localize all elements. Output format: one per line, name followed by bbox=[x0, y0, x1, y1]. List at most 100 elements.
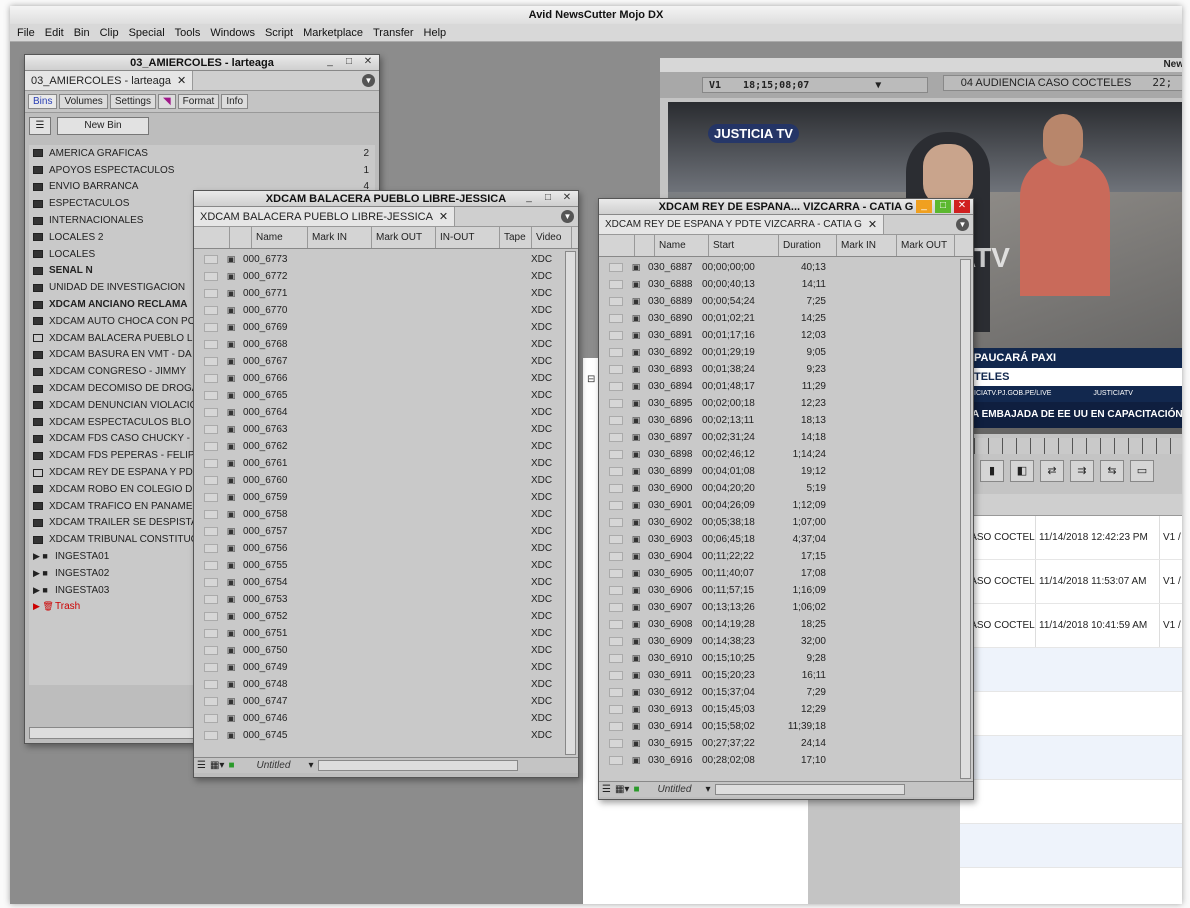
bin-view-label[interactable]: Untitled bbox=[657, 784, 701, 795]
clip-thumb[interactable] bbox=[609, 484, 623, 493]
clip-thumb[interactable] bbox=[609, 603, 623, 612]
clip-thumb[interactable] bbox=[609, 705, 623, 714]
clip-thumb[interactable] bbox=[609, 433, 623, 442]
clip-thumb[interactable] bbox=[204, 714, 218, 723]
col-mark-out[interactable]: Mark OUT bbox=[897, 235, 955, 256]
clip-row[interactable]: ▣ 000_6752 XDC bbox=[194, 608, 578, 625]
clip-row[interactable]: ▣ 030_6888 00;00;40;13 14;11 bbox=[599, 276, 973, 293]
clip-row[interactable]: ▣ 030_6905 00;11;40;07 17;08 bbox=[599, 565, 973, 582]
tab-info[interactable]: Info bbox=[221, 94, 249, 109]
chevron-down-icon[interactable]: ▼ bbox=[875, 80, 881, 91]
clip-row[interactable]: ▣ 030_6909 00;14;38;23 32;00 bbox=[599, 633, 973, 650]
clip-row[interactable]: ▣ 000_6763 XDC bbox=[194, 421, 578, 438]
bin-balacera-tab[interactable]: XDCAM BALACERA PUEBLO LIBRE-JESSICA ✕ bbox=[194, 207, 456, 226]
clip-thumb[interactable] bbox=[204, 612, 218, 621]
clip-thumb[interactable] bbox=[609, 722, 623, 731]
clip-thumb[interactable] bbox=[609, 620, 623, 629]
clip-row[interactable]: ▣ 000_6754 XDC bbox=[194, 574, 578, 591]
col-video[interactable]: Video bbox=[532, 227, 572, 248]
clip-row[interactable]: ▣ 030_6887 00;00;00;00 40;13 bbox=[599, 259, 973, 276]
clip-thumb[interactable] bbox=[609, 552, 623, 561]
menu-transfer[interactable]: Transfer bbox=[368, 27, 419, 39]
clip-thumb[interactable] bbox=[204, 697, 218, 706]
clip-thumb[interactable] bbox=[204, 289, 218, 298]
clip-row[interactable]: ▣ 000_6747 XDC bbox=[194, 693, 578, 710]
clip-thumb[interactable] bbox=[609, 263, 623, 272]
close-tab-icon[interactable]: ✕ bbox=[868, 218, 877, 231]
clip-thumb[interactable] bbox=[204, 731, 218, 740]
clip-row[interactable]: ▣ 030_6906 00;11;57;15 1;16;09 bbox=[599, 582, 973, 599]
clip-thumb[interactable] bbox=[609, 399, 623, 408]
bin-view-icon[interactable]: ☰ bbox=[29, 117, 51, 135]
col-mark-in[interactable]: Mark IN bbox=[837, 235, 897, 256]
minimize-icon[interactable]: _ bbox=[322, 56, 338, 69]
clip-thumb[interactable] bbox=[609, 297, 623, 306]
clip-thumb[interactable] bbox=[204, 391, 218, 400]
menu-special[interactable]: Special bbox=[124, 27, 170, 39]
tab-bins[interactable]: Bins bbox=[28, 94, 58, 109]
minimize-icon[interactable]: _ bbox=[916, 200, 932, 213]
clip-row[interactable]: ▣ 000_6771 XDC bbox=[194, 285, 578, 302]
maximize-icon[interactable]: □ bbox=[341, 56, 357, 69]
close-tab-icon[interactable]: ✕ bbox=[177, 74, 186, 87]
bin-balacera-titlebar[interactable]: XDCAM BALACERA PUEBLO LIBRE-JESSICA _ □ … bbox=[194, 191, 578, 207]
project-window-titlebar[interactable]: 03_AMIERCOLES - larteaga _ □ ✕ bbox=[25, 55, 379, 71]
clip-row[interactable]: ▣ 000_6762 XDC bbox=[194, 438, 578, 455]
clip-row[interactable]: ▣ 030_6889 00;00;54;24 7;25 bbox=[599, 293, 973, 310]
clip-name-display[interactable]: 04 AUDIENCIA CASO COCTELES 22; bbox=[943, 75, 1182, 91]
list-view-icon[interactable]: ☰ bbox=[602, 784, 611, 795]
clip-thumb[interactable] bbox=[204, 408, 218, 417]
clip-row[interactable]: ▣ 000_6770 XDC bbox=[194, 302, 578, 319]
menu-windows[interactable]: Windows bbox=[205, 27, 260, 39]
sequence-row[interactable]: CASO COCTELE 11/14/2018 10:41:59 AM V1 / bbox=[960, 604, 1182, 648]
clip-thumb[interactable] bbox=[609, 365, 623, 374]
clip-row[interactable]: ▣ 000_6757 XDC bbox=[194, 523, 578, 540]
clip-row[interactable]: ▣ 000_6759 XDC bbox=[194, 489, 578, 506]
sequence-row[interactable]: CASO COCTELE 11/14/2018 11:53:07 AM V1 / bbox=[960, 560, 1182, 604]
clip-row[interactable]: ▣ 030_6896 00;02;13;11 18;13 bbox=[599, 412, 973, 429]
fast-menu-icon[interactable]: ■ bbox=[633, 784, 639, 795]
clip-thumb[interactable] bbox=[204, 357, 218, 366]
clip-thumb[interactable] bbox=[204, 442, 218, 451]
col-start[interactable]: Start bbox=[709, 235, 779, 256]
clip-row[interactable]: ▣ 000_6749 XDC bbox=[194, 659, 578, 676]
clip-thumb[interactable] bbox=[609, 586, 623, 595]
clip-row[interactable]: ▣ 030_6892 00;01;29;19 9;05 bbox=[599, 344, 973, 361]
clip-thumb[interactable] bbox=[609, 688, 623, 697]
clip-row[interactable]: ▣ 030_6893 00;01;38;24 9;23 bbox=[599, 361, 973, 378]
clip-row[interactable]: ▣ 000_6769 XDC bbox=[194, 319, 578, 336]
clip-thumb[interactable] bbox=[204, 323, 218, 332]
clip-row[interactable]: ▣ 030_6913 00;15;45;03 12;29 bbox=[599, 701, 973, 718]
clip-row[interactable]: ▣ 030_6911 00;15;20;23 16;11 bbox=[599, 667, 973, 684]
bin-rey-tab[interactable]: XDCAM REY DE ESPANA Y PDTE VIZCARRA - CA… bbox=[599, 215, 885, 234]
close-icon[interactable]: ✕ bbox=[360, 56, 376, 69]
clip-row[interactable]: ▣ 030_6907 00;13;13;26 1;06;02 bbox=[599, 599, 973, 616]
clip-thumb[interactable] bbox=[204, 425, 218, 434]
clip-row[interactable]: ▣ 000_6764 XDC bbox=[194, 404, 578, 421]
clip-thumb[interactable] bbox=[204, 646, 218, 655]
bin-item[interactable]: AMERICA GRAFICAS 2 bbox=[29, 145, 375, 162]
clip-row[interactable]: ▣ 030_6915 00;27;37;22 24;14 bbox=[599, 735, 973, 752]
clip-thumb[interactable] bbox=[204, 629, 218, 638]
clip-row[interactable]: ▣ 000_6755 XDC bbox=[194, 557, 578, 574]
close-tab-icon[interactable]: ✕ bbox=[439, 210, 448, 223]
clip-row[interactable]: ▣ 030_6891 00;01;17;16 12;03 bbox=[599, 327, 973, 344]
clip-row[interactable]: ▣ 030_6904 00;11;22;22 17;15 bbox=[599, 548, 973, 565]
collapse-icon[interactable]: ⊟ bbox=[587, 374, 595, 385]
tab-menu-icon[interactable]: ▼ bbox=[561, 210, 574, 223]
clip-thumb[interactable] bbox=[609, 450, 623, 459]
clip-row[interactable]: ▣ 000_6760 XDC bbox=[194, 472, 578, 489]
sequence-row[interactable]: CASO COCTELE 11/14/2018 12:42:23 PM V1 / bbox=[960, 516, 1182, 560]
col-in-out[interactable]: IN-OUT bbox=[436, 227, 500, 248]
clip-row[interactable]: ▣ 030_6912 00;15;37;04 7;29 bbox=[599, 684, 973, 701]
clip-thumb[interactable] bbox=[204, 306, 218, 315]
bin-rey-titlebar[interactable]: XDCAM REY DE ESPANA... VIZCARRA - CATIA … bbox=[599, 199, 973, 215]
minimize-icon[interactable]: _ bbox=[521, 192, 537, 205]
project-tab[interactable]: 03_AMIERCOLES - larteaga ✕ bbox=[25, 71, 194, 90]
clip-row[interactable]: ▣ 030_6897 00;02;31;24 14;18 bbox=[599, 429, 973, 446]
close-icon[interactable]: ✕ bbox=[954, 200, 970, 213]
clip-thumb[interactable] bbox=[204, 510, 218, 519]
clip-thumb[interactable] bbox=[204, 578, 218, 587]
splice-icon[interactable]: ⇄ bbox=[1040, 460, 1064, 482]
clip-thumb[interactable] bbox=[609, 569, 623, 578]
